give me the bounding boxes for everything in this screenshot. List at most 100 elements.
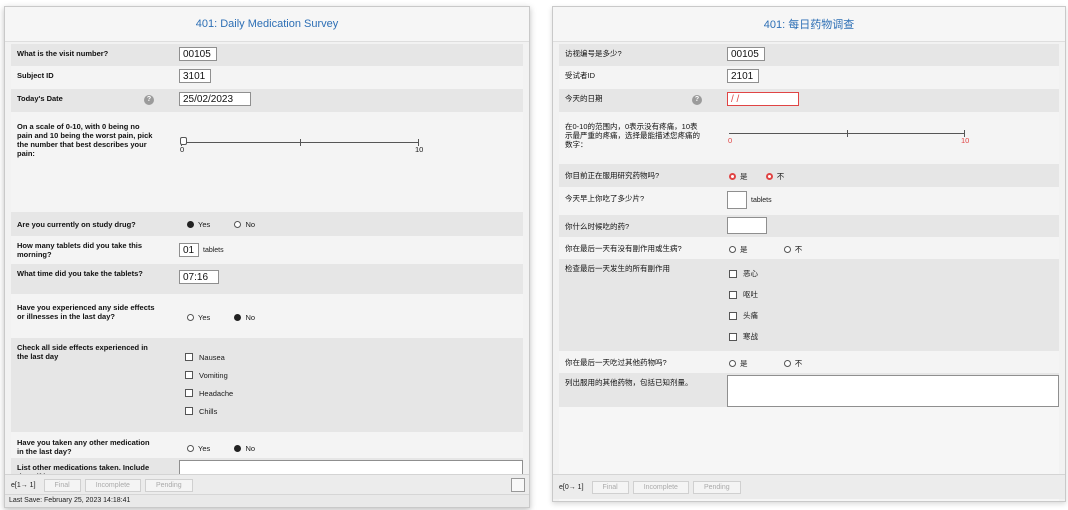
subject-id-input[interactable]: 2101 xyxy=(727,69,759,83)
tablets-unit-label: tablets xyxy=(203,246,224,254)
slider-max-label: 10 xyxy=(961,136,970,145)
row-check-effects: 检查最后一天发生的所有副作用 恶心 呕吐 头痛 寒战 xyxy=(559,259,1059,352)
radio-empty-icon xyxy=(729,246,736,253)
survey-window-chinese: 401: 每日药物调查 访视编号是多少? 00105 受试者ID 2101 今天… xyxy=(552,6,1066,502)
radio-yes[interactable]: 是 xyxy=(729,244,748,255)
radio-selected-icon xyxy=(234,314,242,322)
form-title: 401: Daily Medication Survey xyxy=(5,7,529,42)
question-label: Have you experienced any side effects or… xyxy=(17,303,155,321)
question-label: 在0-10的范围内，0表示没有疼痛，10表示最严重的疼痛，选择最能描述您疼痛的数… xyxy=(565,122,700,149)
help-icon[interactable]: ? xyxy=(692,95,702,105)
date-input[interactable]: 25/02/2023 xyxy=(179,92,251,106)
question-label: 访视编号是多少? xyxy=(565,49,622,58)
help-icon[interactable]: ? xyxy=(144,95,154,105)
radio-no[interactable]: No xyxy=(234,444,255,453)
checkbox-icon xyxy=(729,269,737,278)
radio-yes[interactable]: Yes xyxy=(187,313,210,322)
record-navigator[interactable]: e[1→ 1] xyxy=(11,482,36,489)
row-time: 你什么时候吃的药? xyxy=(559,215,1059,238)
question-label: 今天早上你吃了多少片? xyxy=(565,194,645,203)
slider-min-label: 0 xyxy=(180,145,185,154)
radio-yes[interactable]: 是 xyxy=(729,358,748,369)
medications-textarea[interactable] xyxy=(727,375,1059,407)
checkbox-headache[interactable]: 头痛 xyxy=(729,305,758,326)
question-label: 你目前正在服用研究药物吗? xyxy=(565,171,660,180)
radio-yes[interactable]: 是 xyxy=(729,171,748,182)
final-button[interactable]: Final xyxy=(43,478,81,492)
footer-toggle-box[interactable] xyxy=(511,478,525,492)
question-label: Have you taken any other medication in t… xyxy=(17,438,150,456)
radio-yes[interactable]: Yes xyxy=(187,444,210,453)
row-side-effects: Have you experienced any side effects or… xyxy=(11,294,523,339)
radio-empty-icon xyxy=(729,173,736,180)
tablets-input[interactable] xyxy=(727,191,747,209)
pain-slider[interactable]: 0 10 xyxy=(180,135,423,155)
radio-no[interactable]: 不 xyxy=(765,171,784,182)
incomplete-button[interactable]: Incomplete xyxy=(632,480,689,494)
row-check-effects: Check all side effects experienced in th… xyxy=(11,338,523,433)
question-label: 你在最后一天吃过其他药物吗? xyxy=(565,358,667,367)
question-label: What is the visit number? xyxy=(17,49,109,58)
question-label: How many tablets did you take this morni… xyxy=(17,241,143,259)
pending-button[interactable]: Pending xyxy=(144,478,193,492)
checkbox-icon xyxy=(185,353,193,361)
tablets-input[interactable]: 01 xyxy=(179,243,199,257)
row-visit-number: 访视编号是多少? 00105 xyxy=(559,44,1059,67)
row-visit-number: What is the visit number? 00105 xyxy=(11,44,523,67)
row-list-medications: 列出服用的其他药物，包括已知剂量。 xyxy=(559,373,1059,408)
checkbox-chills[interactable]: Chills xyxy=(185,402,233,420)
form-title: 401: 每日药物调查 xyxy=(553,7,1065,42)
row-time: What time did you take the tablets? 07:1… xyxy=(11,264,523,295)
row-other-medication: 你在最后一天吃过其他药物吗? 是 不 xyxy=(559,351,1059,374)
radio-no[interactable]: No xyxy=(234,220,255,229)
radio-yes[interactable]: Yes xyxy=(187,220,210,229)
date-input[interactable]: / / xyxy=(727,92,799,106)
visit-number-input[interactable]: 00105 xyxy=(727,47,765,61)
radio-empty-icon xyxy=(234,221,242,229)
question-label: 今天的日期 xyxy=(565,94,603,103)
checkbox-vomiting[interactable]: Vomiting xyxy=(185,366,233,384)
row-todays-date: Today's Date ? 25/02/2023 xyxy=(11,89,523,113)
slider-tick xyxy=(847,130,848,137)
incomplete-button[interactable]: Incomplete xyxy=(84,478,141,492)
question-label: 你在最后一天有没有副作用或生病? xyxy=(565,244,682,253)
checkbox-headache[interactable]: Headache xyxy=(185,384,233,402)
question-label: Today's Date xyxy=(17,94,63,103)
time-input[interactable] xyxy=(727,217,767,234)
row-other-medication: Have you taken any other medication in t… xyxy=(11,432,523,459)
row-subject-id: Subject ID 3101 xyxy=(11,66,523,90)
radio-empty-icon xyxy=(783,246,791,253)
record-navigator[interactable]: e[0→ 1] xyxy=(559,484,584,491)
checkbox-icon xyxy=(729,332,737,341)
time-input[interactable]: 07:16 xyxy=(179,270,219,284)
pending-button[interactable]: Pending xyxy=(692,480,741,494)
checkbox-chills[interactable]: 寒战 xyxy=(729,326,758,347)
final-button[interactable]: Final xyxy=(591,480,629,494)
subject-id-input[interactable]: 3101 xyxy=(179,69,211,83)
question-label: Check all side effects experienced in th… xyxy=(17,343,148,361)
slider-thumb[interactable] xyxy=(180,137,187,145)
checkbox-icon xyxy=(729,311,737,320)
checkbox-nausea[interactable]: 恶心 xyxy=(729,263,758,284)
row-todays-date: 今天的日期 ? / / xyxy=(559,89,1059,113)
radio-empty-icon xyxy=(765,173,773,180)
checkbox-vomiting[interactable]: 呕吐 xyxy=(729,284,758,305)
pain-slider[interactable]: 0 10 xyxy=(728,126,969,146)
footer-bar: e[1→ 1] Final Incomplete Pending xyxy=(5,474,529,495)
question-label: Are you currently on study drug? xyxy=(17,220,136,229)
row-pain-scale: 在0-10的范围内，0表示没有疼痛，10表示最严重的疼痛，选择最能描述您疼痛的数… xyxy=(559,112,1059,165)
question-label: 列出服用的其他药物，包括已知剂量。 xyxy=(565,378,693,387)
row-study-drug: Are you currently on study drug? Yes No xyxy=(11,212,523,237)
row-study-drug: 你目前正在服用研究药物吗? 是 不 xyxy=(559,164,1059,188)
visit-number-input[interactable]: 00105 xyxy=(179,47,217,61)
radio-no[interactable]: 不 xyxy=(783,358,802,369)
question-label: 你什么时候吃的药? xyxy=(565,222,630,231)
radio-empty-icon xyxy=(729,360,736,367)
radio-empty-icon xyxy=(187,314,194,322)
checkbox-nausea[interactable]: Nausea xyxy=(185,348,233,366)
row-pain-scale: On a scale of 0-10, with 0 being no pain… xyxy=(11,112,523,213)
row-subject-id: 受试者ID 2101 xyxy=(559,66,1059,90)
radio-no[interactable]: 不 xyxy=(783,244,802,255)
slider-tick xyxy=(300,139,301,146)
radio-no[interactable]: No xyxy=(234,313,255,322)
